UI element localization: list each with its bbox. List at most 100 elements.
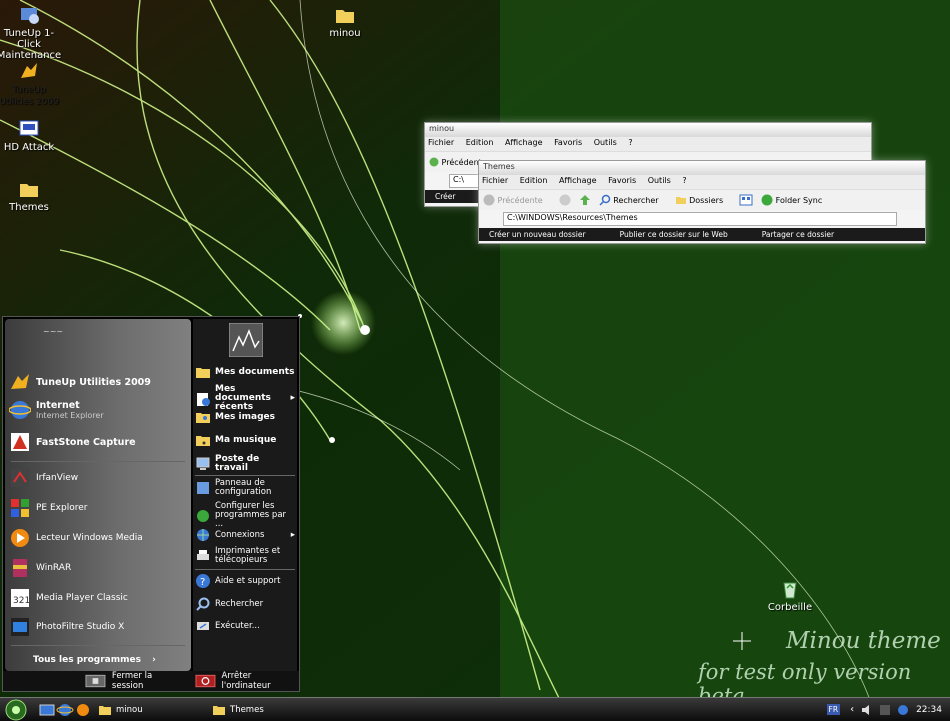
media-player-icon[interactable]	[74, 702, 92, 718]
pinned-internet-explorer[interactable]: Internet Internet Explorer	[9, 399, 189, 421]
up-folder-button[interactable]	[579, 194, 591, 206]
logoff-icon	[85, 674, 106, 688]
clock[interactable]: 22:34	[916, 705, 942, 715]
desktop-icon-hd-attack[interactable]: HD Attack	[0, 118, 64, 153]
folders-button[interactable]: Dossiers	[675, 194, 732, 206]
my-computer[interactable]: Poste de travail	[195, 455, 295, 473]
task-share-folder[interactable]: Partager ce dossier	[762, 230, 834, 239]
pinned-faststone-capture[interactable]: FastStone Capture	[9, 431, 189, 453]
forward-arrow-icon	[559, 194, 571, 206]
connections[interactable]: Connexions ▸	[195, 527, 295, 543]
tray-app-icon[interactable]	[878, 703, 892, 717]
recent-media-player-classic[interactable]: 321 Media Player Classic	[9, 587, 189, 609]
separator	[11, 461, 185, 462]
views-icon	[739, 194, 753, 206]
my-documents-icon	[196, 368, 210, 378]
separator	[195, 569, 295, 570]
menu-outils[interactable]: Outils	[594, 138, 617, 147]
tuneup-utilities-icon	[21, 63, 37, 78]
address-bar[interactable]: C:\WINDOWS\Resources\Themes	[503, 212, 897, 226]
my-music[interactable]: Ma musique	[195, 432, 295, 448]
menu-bar: Fichier Edition Affichage Favoris Outils…	[479, 175, 925, 189]
task-publish-web[interactable]: Publier ce dossier sur le Web	[620, 230, 728, 239]
recent-documents[interactable]: Mes documents récents ▸	[195, 385, 295, 412]
menu-help[interactable]: ?	[628, 138, 632, 147]
folder-icon	[675, 197, 686, 204]
forward-button[interactable]	[559, 194, 571, 206]
taskbar-task-themes[interactable]: Themes	[212, 700, 322, 719]
recent-pe-explorer[interactable]: PE Explorer	[9, 497, 189, 519]
my-documents[interactable]: Mes documents	[195, 364, 295, 380]
my-pictures[interactable]: Mes images	[195, 409, 295, 425]
start-orb-button[interactable]	[2, 699, 30, 721]
task-create[interactable]: Créer	[435, 192, 455, 201]
tuneup-utilities-icon	[11, 374, 29, 389]
search-button[interactable]: Rechercher	[599, 194, 667, 206]
desktop-icon-tuneup-maintenance[interactable]: TuneUp 1-Click Maintenance	[0, 4, 64, 61]
explorer-window-themes[interactable]: Themes Fichier Edition Affichage Favoris…	[478, 160, 926, 244]
printers-and-faxes[interactable]: Imprimantes et télécopieurs	[195, 547, 295, 565]
folder-sync-icon	[761, 194, 773, 206]
search-icon	[196, 597, 210, 611]
taskbar: minou Themes FR ‹ 22:34	[0, 697, 950, 721]
toolbar: Précédente Rechercher Dossiers Folder Sy…	[479, 189, 925, 210]
tray-expand-icon[interactable]: ‹	[850, 704, 854, 715]
help-and-support[interactable]: ? Aide et support	[195, 573, 295, 589]
desktop-icon-minou[interactable]: minou	[310, 4, 380, 39]
menu-help[interactable]: ?	[682, 176, 686, 185]
menu-affichage[interactable]: Affichage	[559, 176, 597, 185]
menu-outils[interactable]: Outils	[648, 176, 671, 185]
menu-affichage[interactable]: Affichage	[505, 138, 543, 147]
my-music-icon	[196, 436, 210, 446]
recent-winrar[interactable]: WinRAR	[9, 557, 189, 579]
tray-network-icon[interactable]	[896, 703, 910, 717]
network-globe-icon	[197, 529, 209, 541]
menu-edition[interactable]: Edition	[520, 176, 548, 185]
computer-icon	[196, 457, 210, 470]
all-programs-button[interactable]: Tous les programmes ›	[33, 655, 156, 665]
windows-media-player-icon	[11, 529, 29, 547]
recent-irfanview[interactable]: IrfanView	[9, 467, 189, 489]
power-icon	[195, 674, 216, 688]
menu-edition[interactable]: Edition	[466, 138, 494, 147]
faststone-capture-icon	[11, 433, 29, 451]
winrar-icon	[13, 559, 27, 577]
back-button[interactable]: Précédente	[483, 194, 551, 206]
internet-explorer-icon[interactable]	[56, 702, 74, 718]
window-title[interactable]: Themes	[479, 161, 925, 175]
recent-photofiltre-studio[interactable]: PhotoFiltre Studio X	[9, 616, 189, 638]
folder-sync-button[interactable]: Folder Sync	[761, 194, 830, 206]
control-panel[interactable]: Panneau de configuration	[195, 479, 295, 497]
run[interactable]: Exécuter...	[195, 618, 295, 634]
separator	[11, 645, 185, 646]
help-icon: ?	[196, 574, 210, 588]
media-player-classic-icon: 321	[11, 589, 30, 607]
window-title[interactable]: minou	[425, 123, 871, 137]
search[interactable]: Rechercher	[195, 596, 295, 612]
desktop-icon-themes[interactable]: Themes	[0, 178, 64, 213]
shutdown-button[interactable]: Arrêter l'ordinateur	[195, 671, 299, 691]
set-program-access[interactable]: Configurer les programmes par ...	[195, 502, 295, 529]
recent-documents-icon	[197, 392, 210, 406]
menu-favoris[interactable]: Favoris	[554, 138, 582, 147]
svg-text:?: ?	[200, 577, 205, 588]
taskbar-task-minou[interactable]: minou	[98, 700, 208, 719]
theme-title-watermark: Minou theme	[786, 628, 941, 654]
logoff-button[interactable]: Fermer la session	[85, 671, 183, 691]
show-desktop-icon[interactable]	[38, 702, 56, 718]
printer-icon	[197, 550, 209, 560]
recent-windows-media-player[interactable]: Lecteur Windows Media	[9, 527, 189, 549]
pinned-tuneup-utilities[interactable]: TuneUp Utilities 2009	[9, 371, 189, 393]
back-arrow-icon	[429, 157, 439, 167]
user-name: ~~~	[43, 327, 64, 336]
desktop-icon-recycle-bin[interactable]: Corbeille	[755, 578, 825, 613]
language-indicator[interactable]: FR	[826, 704, 841, 715]
views-button[interactable]	[739, 194, 753, 206]
task-new-folder[interactable]: Créer un nouveau dossier	[489, 230, 586, 239]
menu-fichier[interactable]: Fichier	[428, 138, 454, 147]
volume-icon[interactable]	[860, 703, 874, 717]
menu-fichier[interactable]: Fichier	[482, 176, 508, 185]
desktop-icon-tuneup-utilities[interactable]: TuneUp Utilities 2009	[0, 60, 64, 108]
menu-bar: Fichier Edition Affichage Favoris Outils…	[425, 137, 871, 151]
menu-favoris[interactable]: Favoris	[608, 176, 636, 185]
